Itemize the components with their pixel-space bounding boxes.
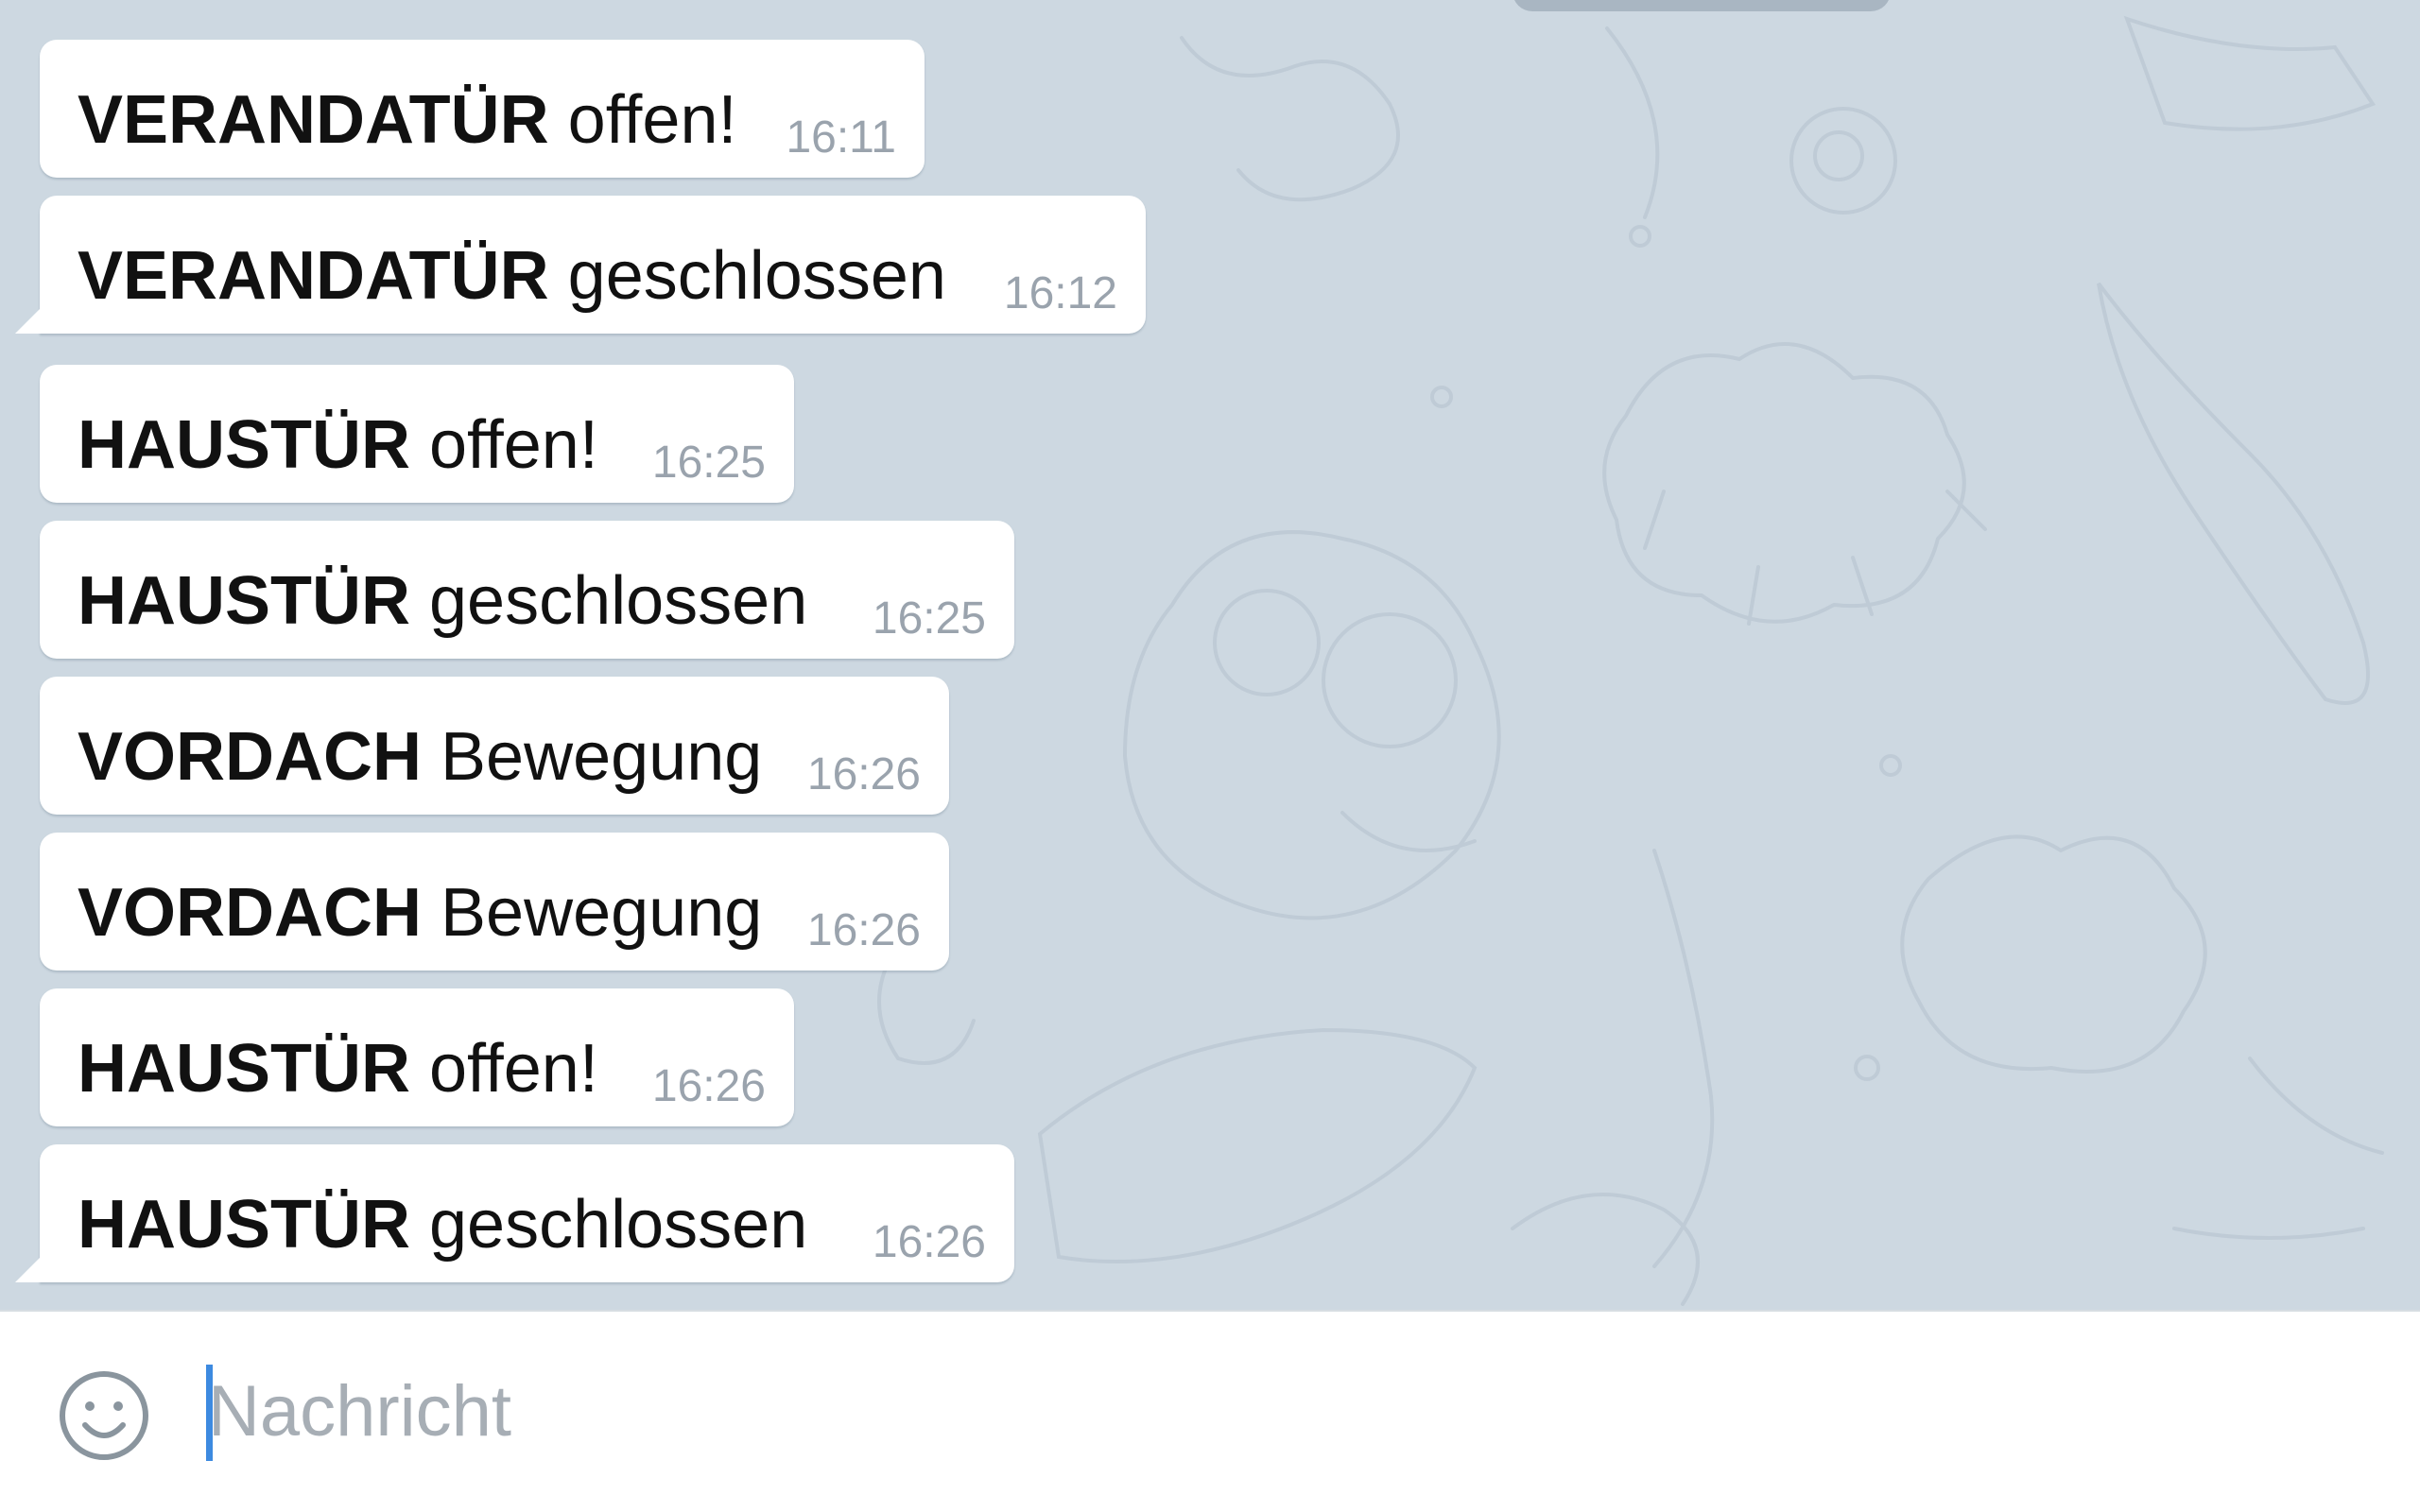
message-status: offen! bbox=[567, 82, 737, 158]
message-subject: HAUSTÜR bbox=[78, 1031, 410, 1107]
message-subject: VORDACH bbox=[78, 875, 423, 951]
smiley-face-icon bbox=[60, 1371, 148, 1460]
message-input[interactable] bbox=[208, 1349, 2288, 1472]
message-time: 16:26 bbox=[651, 1061, 766, 1111]
message-bubble[interactable]: VORDACH Bewegung 16:26 bbox=[40, 677, 949, 815]
message-composer bbox=[0, 1310, 2420, 1512]
date-header-pill bbox=[1512, 0, 1891, 11]
message-status: offen! bbox=[429, 407, 598, 483]
message-status: geschlossen bbox=[429, 1187, 808, 1263]
message-time: 16:25 bbox=[651, 438, 766, 488]
message-subject: VERANDATÜR bbox=[78, 238, 549, 314]
message-status: geschlossen bbox=[567, 238, 946, 314]
message-subject: VORDACH bbox=[78, 719, 423, 795]
message-list[interactable]: VERANDATÜR offen! 16:11 VERANDATÜR gesch… bbox=[0, 0, 2420, 1310]
message-subject: HAUSTÜR bbox=[78, 407, 410, 483]
message-subject: HAUSTÜR bbox=[78, 1187, 410, 1263]
message-time: 16:26 bbox=[872, 1217, 986, 1267]
message-time: 16:11 bbox=[786, 112, 896, 163]
message-subject: HAUSTÜR bbox=[78, 563, 410, 639]
message-bubble[interactable]: HAUSTÜR geschlossen 16:26 bbox=[40, 1144, 1014, 1282]
message-time: 16:25 bbox=[872, 593, 986, 644]
message-bubble[interactable]: VORDACH Bewegung 16:26 bbox=[40, 833, 949, 971]
message-bubble[interactable]: HAUSTÜR geschlossen 16:25 bbox=[40, 521, 1014, 659]
telegram-chat-screen: VERANDATÜR offen! 16:11 VERANDATÜR gesch… bbox=[0, 0, 2420, 1512]
message-bubble[interactable]: VERANDATÜR offen! 16:11 bbox=[40, 40, 925, 178]
message-time: 16:26 bbox=[806, 749, 921, 799]
message-bubble[interactable]: HAUSTÜR offen! 16:26 bbox=[40, 988, 794, 1126]
message-subject: VERANDATÜR bbox=[78, 82, 549, 158]
message-status: Bewegung bbox=[441, 719, 763, 795]
message-status: Bewegung bbox=[441, 875, 763, 951]
emoji-button[interactable] bbox=[57, 1368, 151, 1463]
message-time: 16:26 bbox=[806, 905, 921, 955]
message-status: geschlossen bbox=[429, 563, 808, 639]
message-time: 16:12 bbox=[1003, 268, 1117, 318]
message-bubble[interactable]: VERANDATÜR geschlossen 16:12 bbox=[40, 196, 1146, 334]
message-status: offen! bbox=[429, 1031, 598, 1107]
message-bubble[interactable]: HAUSTÜR offen! 16:25 bbox=[40, 365, 794, 503]
